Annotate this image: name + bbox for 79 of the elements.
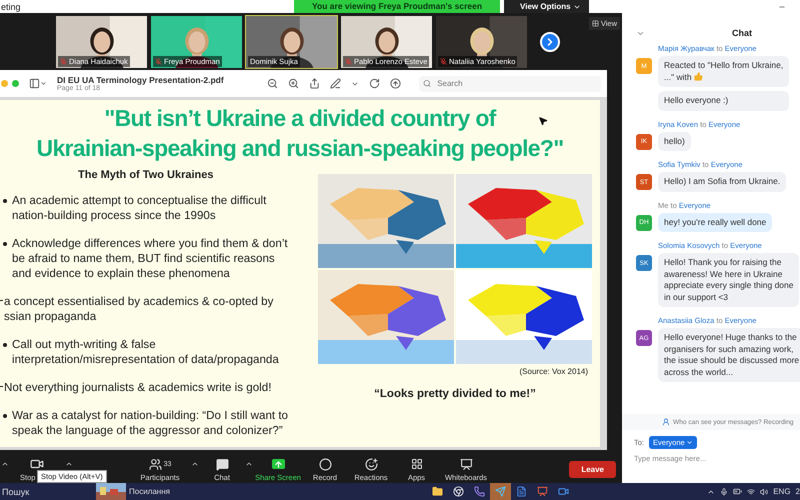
chevron-down-icon bbox=[686, 439, 693, 446]
chat-title: Chat bbox=[732, 28, 752, 38]
bullet-text: An academic attempt to conceptualise the difficult nation-building process since the 1990s bbox=[12, 193, 266, 223]
slide-title: Ukrainian-speaking and russian-speaking people?" bbox=[36, 134, 564, 163]
caret-icon[interactable] bbox=[64, 460, 74, 468]
chevron-down-icon[interactable] bbox=[636, 29, 645, 38]
slide-title: "But isn’t Ukraine a divided country of bbox=[104, 104, 496, 133]
chat-bubble-icon bbox=[216, 458, 228, 470]
bullet-text: War as a catalyst for nation-building: “Do I still want to speak the language of the aggressor and colonizer?” bbox=[12, 408, 288, 438]
sidebar-icon bbox=[29, 78, 40, 89]
message-bubble: hey! you're really well done bbox=[658, 212, 772, 232]
window-title: eting bbox=[0, 2, 21, 12]
bullet-text: a concept essentialised by academics & co-opted by ssian propaganda bbox=[4, 294, 274, 324]
bullet-text: Acknowledge differences where you find them & don’t be afraid to name them, BUT find scientific reasons and evidence to explain these phenomena bbox=[12, 236, 288, 281]
maximize-dot[interactable] bbox=[12, 80, 19, 87]
share-screen-icon bbox=[272, 459, 284, 469]
smiley-plus-icon bbox=[364, 458, 378, 470]
share-button[interactable] bbox=[309, 78, 320, 89]
clock: 2 bbox=[796, 487, 800, 496]
record-icon bbox=[318, 458, 332, 470]
bullet-dot bbox=[3, 414, 7, 418]
slides-icon bbox=[536, 486, 548, 497]
message-bubble: hello) bbox=[658, 132, 691, 151]
language-indicator: ENG bbox=[773, 487, 791, 496]
zoom-in-button[interactable] bbox=[288, 78, 299, 89]
folder-icon bbox=[432, 486, 443, 497]
camera-icon bbox=[558, 486, 569, 497]
bullet-dot bbox=[3, 343, 7, 347]
whiteboard-icon bbox=[460, 458, 472, 470]
slide-subtitle: The Myth of Two Ukraines bbox=[78, 169, 214, 181]
caret-icon[interactable] bbox=[0, 460, 10, 468]
view-options-button[interactable]: View Options bbox=[504, 0, 589, 13]
leave-button[interactable]: Leave bbox=[569, 460, 616, 478]
pinned-link[interactable]: Посилання bbox=[129, 487, 170, 496]
chevron-down-icon bbox=[40, 80, 47, 87]
taskbar-search[interactable]: Пошук bbox=[0, 486, 96, 496]
slide-quote: “Looks pretty divided to me!” bbox=[374, 388, 536, 400]
dash-mark bbox=[0, 386, 3, 387]
bullet-dot bbox=[3, 242, 7, 246]
caret-icon[interactable] bbox=[190, 460, 200, 468]
search-icon bbox=[423, 79, 432, 88]
document-icon bbox=[516, 486, 527, 497]
phone-icon bbox=[474, 486, 485, 497]
apps-icon bbox=[410, 458, 422, 470]
speaker-icon bbox=[760, 488, 768, 496]
rotate-button[interactable] bbox=[369, 78, 380, 89]
person-icon bbox=[662, 418, 670, 426]
battery-icon bbox=[733, 487, 742, 496]
microphone-icon bbox=[720, 488, 728, 496]
next-page-button[interactable] bbox=[540, 32, 560, 52]
pen-button[interactable] bbox=[330, 78, 341, 89]
screen-share-banner: You are viewing Freya Proudman's screen bbox=[294, 0, 500, 13]
people-icon bbox=[148, 458, 162, 470]
thumbs-up-icon bbox=[694, 72, 703, 80]
message-bubble: Hello everyone! Huge thanks to the organisers for such amazing work, the issue should be discussed more across the world... bbox=[658, 328, 800, 382]
message-bubble: Hello) I am Sofia from Ukraine. bbox=[658, 172, 786, 192]
wifi-icon bbox=[747, 488, 756, 496]
taskbar-app[interactable] bbox=[490, 483, 511, 500]
message-bubble: Reacted to "Hello from Ukraine, ..." with bbox=[658, 56, 790, 87]
minimize-dot[interactable] bbox=[1, 80, 8, 87]
message-bubble: Hello everyone :) bbox=[658, 91, 790, 110]
caret-icon[interactable] bbox=[244, 460, 254, 468]
zoom-out-button[interactable] bbox=[267, 78, 278, 89]
grid-icon bbox=[592, 20, 599, 27]
cursor-icon bbox=[538, 116, 548, 126]
bullet-text: Not everything journalists & academics write is gold! bbox=[4, 380, 272, 395]
search-field[interactable]: Search bbox=[419, 76, 601, 92]
browser-icon bbox=[452, 486, 464, 497]
message-bubble: Hello! Thank you for raising the awareness! We here in Ukraine appreciate every single thing done in our support <3 bbox=[658, 253, 800, 307]
sidebar-toggle-button[interactable] bbox=[29, 78, 47, 89]
paper-plane-icon bbox=[494, 486, 506, 497]
markup-button[interactable] bbox=[390, 78, 401, 89]
dash-mark bbox=[0, 300, 3, 301]
search-input[interactable]: Search bbox=[435, 78, 601, 89]
document-title: DI EU UA Terminology Presentation-2.pdf bbox=[57, 75, 225, 85]
source-caption: (Source: Vox 2014) bbox=[520, 367, 588, 376]
bullet-dot bbox=[3, 199, 7, 203]
camera-icon bbox=[30, 457, 44, 471]
bullet-text: Call out myth-writing & false interpretation/misrepresentation of data/propaganda bbox=[12, 337, 279, 367]
